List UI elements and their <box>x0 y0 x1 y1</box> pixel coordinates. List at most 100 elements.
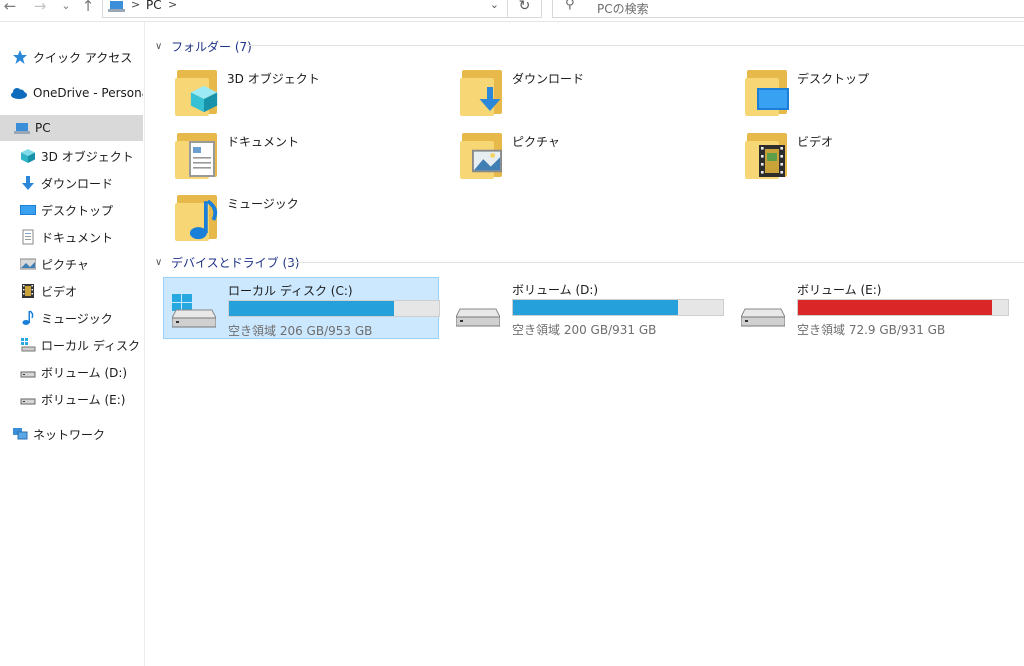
drive-icon <box>20 398 36 405</box>
desktop-icon <box>20 205 36 215</box>
download-arrow-icon <box>22 176 34 190</box>
network-icon <box>13 428 28 440</box>
breadcrumb[interactable]: PC <box>146 0 162 12</box>
hard-drive-icon <box>741 308 785 327</box>
hard-drive-icon <box>456 308 500 327</box>
sidebar-item-label: ミュージック <box>41 311 113 326</box>
sidebar-item-pictures[interactable]: ピクチャ <box>0 251 143 277</box>
drive-name: ボリューム (E:) <box>797 283 882 297</box>
drive-icon <box>20 371 36 378</box>
folder-videos[interactable]: ビデオ <box>745 131 1015 187</box>
group-title: デバイスとドライブ (3) <box>171 255 300 270</box>
folder-name: デスクトップ <box>797 72 870 86</box>
address-bar[interactable]: > PC > ⌄ <box>102 0 508 18</box>
sidebar-item-pc[interactable]: PC <box>0 115 143 141</box>
drive-volume-e[interactable]: ボリューム (E:) 空き領域 72.9 GB/931 GB <box>733 277 1009 339</box>
folder-icon <box>745 68 793 120</box>
sidebar-item-label: ダウンロード <box>41 176 114 191</box>
folder-pictures[interactable]: ピクチャ <box>460 131 730 187</box>
forward-button[interactable]: → <box>30 0 50 15</box>
document-icon <box>189 141 215 177</box>
refresh-button[interactable]: ↻ <box>508 0 542 18</box>
sidebar-item-documents[interactable]: ドキュメント <box>0 224 143 250</box>
capacity-bar <box>512 299 724 316</box>
recent-locations-button[interactable]: ⌄ <box>56 0 76 15</box>
sidebar-item-label: ネットワーク <box>33 427 106 442</box>
download-arrow-icon <box>479 87 501 111</box>
folder-desktop[interactable]: デスクトップ <box>745 68 1015 124</box>
drive-name: ボリューム (D:) <box>512 283 599 297</box>
up-button[interactable]: ↑ <box>78 0 98 15</box>
sidebar-item-downloads[interactable]: ダウンロード <box>0 170 143 196</box>
free-space-text: 空き領域 200 GB/931 GB <box>512 323 657 337</box>
folder-music[interactable]: ミュージック <box>175 193 445 249</box>
breadcrumb-separator[interactable]: > <box>168 0 177 11</box>
chevron-down-icon[interactable]: ∨ <box>155 41 165 52</box>
capacity-bar-fill <box>229 301 394 316</box>
sidebar-item-volume-e[interactable]: ボリューム (E:) <box>0 386 143 412</box>
content-pane: ∨ フォルダー (7) 3D オブジェクト ダウンロード デスクトップ ドキュメ… <box>145 22 1024 666</box>
address-dropdown-button[interactable]: ⌄ <box>490 0 499 11</box>
cube-icon <box>190 85 218 113</box>
sidebar-item-label: ボリューム (E:) <box>41 392 126 407</box>
drives-group-header[interactable]: ∨ デバイスとドライブ (3) <box>155 254 299 270</box>
folder-icon <box>175 131 223 183</box>
drive-name: ローカル ディスク (C:) <box>228 284 353 298</box>
sidebar-item-desktop[interactable]: デスクトップ <box>0 197 143 223</box>
folder-icon <box>175 68 223 120</box>
sidebar-item-local-disk-c[interactable]: ローカル ディスク (C:) <box>0 332 143 358</box>
search-icon: ⚲ <box>565 0 575 12</box>
free-space-text: 空き領域 206 GB/953 GB <box>228 324 373 338</box>
folder-icon <box>175 193 223 245</box>
windows-drive-icon <box>21 338 36 352</box>
capacity-bar <box>797 299 1009 316</box>
back-button[interactable]: ← <box>0 0 20 15</box>
folder-icon <box>745 131 793 183</box>
sidebar-item-3d-objects[interactable]: 3D オブジェクト <box>0 143 143 169</box>
star-icon <box>13 50 27 64</box>
group-title: フォルダー (7) <box>171 39 252 54</box>
computer-icon <box>108 1 125 12</box>
folder-documents[interactable]: ドキュメント <box>175 131 445 187</box>
sidebar-item-music[interactable]: ミュージック <box>0 305 143 331</box>
navigation-pane: クイック アクセス OneDrive - Personal PC 3D オブジェ… <box>0 22 145 666</box>
divider <box>245 45 1024 46</box>
cube-icon <box>21 149 35 163</box>
drive-local-disk-c[interactable]: ローカル ディスク (C:) 空き領域 206 GB/953 GB <box>163 277 440 339</box>
folder-name: ビデオ <box>797 135 834 149</box>
sidebar-item-label: PC <box>35 121 51 135</box>
sidebar-item-label: ボリューム (D:) <box>41 365 128 380</box>
sidebar-item-quick-access[interactable]: クイック アクセス <box>0 44 143 70</box>
hard-drive-icon <box>172 309 216 328</box>
folder-name: ピクチャ <box>512 135 560 149</box>
address-toolbar: ← → ⌄ ↑ > PC > ⌄ ↻ ⚲ PCの検索 <box>0 0 1024 22</box>
music-note-icon <box>189 199 218 240</box>
folder-downloads[interactable]: ダウンロード <box>460 68 730 124</box>
divider <box>288 262 1024 263</box>
free-space-text: 空き領域 72.9 GB/931 GB <box>797 323 946 337</box>
music-note-icon <box>22 310 34 325</box>
search-input[interactable]: ⚲ PCの検索 <box>552 0 1024 18</box>
folders-group-header[interactable]: ∨ フォルダー (7) <box>155 38 252 54</box>
computer-icon <box>14 123 30 134</box>
sidebar-item-videos[interactable]: ビデオ <box>0 278 143 304</box>
picture-icon <box>472 149 502 173</box>
capacity-bar-fill <box>798 300 992 315</box>
folder-3d-objects[interactable]: 3D オブジェクト <box>175 68 445 124</box>
sidebar-item-label: OneDrive - Personal <box>33 86 143 100</box>
sidebar-item-volume-d[interactable]: ボリューム (D:) <box>0 359 143 385</box>
drive-volume-d[interactable]: ボリューム (D:) 空き領域 200 GB/931 GB <box>448 277 724 339</box>
folder-name: ダウンロード <box>512 72 585 86</box>
picture-icon <box>20 258 36 270</box>
search-placeholder: PCの検索 <box>597 2 649 16</box>
chevron-down-icon[interactable]: ∨ <box>155 257 165 268</box>
sidebar-item-label: クイック アクセス <box>33 50 133 65</box>
film-icon <box>22 284 34 298</box>
capacity-bar-fill <box>513 300 678 315</box>
sidebar-item-network[interactable]: ネットワーク <box>0 421 143 447</box>
folder-name: ドキュメント <box>227 135 300 149</box>
document-icon <box>22 229 34 245</box>
sidebar-item-label: デスクトップ <box>41 203 114 218</box>
sidebar-item-onedrive[interactable]: OneDrive - Personal <box>0 80 143 106</box>
breadcrumb-separator[interactable]: > <box>131 0 140 11</box>
